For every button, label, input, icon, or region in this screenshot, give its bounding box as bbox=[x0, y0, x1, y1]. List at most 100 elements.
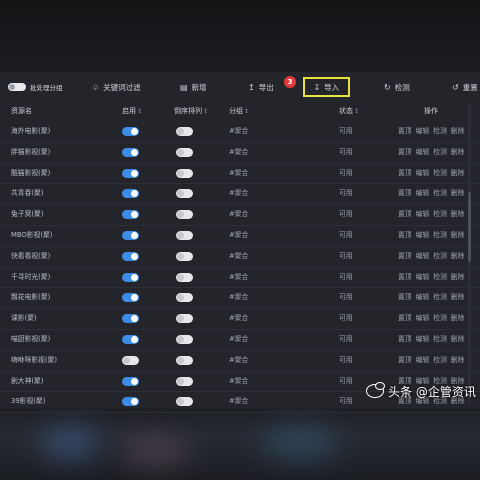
delete-link[interactable]: 删除 bbox=[451, 184, 465, 204]
enable-toggle[interactable] bbox=[122, 210, 139, 220]
pin-top-link[interactable]: 置顶 bbox=[398, 268, 412, 288]
reverse-sort-toggle[interactable] bbox=[176, 251, 193, 261]
pin-top-link[interactable]: 置顶 bbox=[398, 143, 412, 163]
pin-top-link[interactable]: 置顶 bbox=[398, 226, 412, 246]
enable-toggle[interactable] bbox=[122, 272, 139, 282]
pin-top-link[interactable]: 置顶 bbox=[398, 205, 412, 225]
pin-top-link[interactable]: 置顶 bbox=[398, 288, 412, 308]
delete-link[interactable]: 删除 bbox=[451, 309, 465, 329]
edit-link[interactable]: 编辑 bbox=[416, 288, 430, 308]
reverse-sort-toggle[interactable] bbox=[176, 147, 193, 157]
check-link[interactable]: 检测 bbox=[433, 226, 447, 246]
reverse-sort-toggle[interactable] bbox=[176, 272, 193, 282]
status-text: 可用 bbox=[339, 230, 353, 239]
delete-link[interactable]: 删除 bbox=[451, 226, 465, 246]
delete-link[interactable]: 删除 bbox=[451, 143, 465, 163]
enable-toggle[interactable] bbox=[122, 355, 139, 365]
scrollbar-thumb[interactable] bbox=[468, 192, 471, 262]
enable-toggle[interactable] bbox=[122, 293, 139, 303]
header-name[interactable]: 资源名 bbox=[11, 104, 32, 118]
edit-link[interactable]: 编辑 bbox=[416, 164, 430, 184]
delete-link[interactable]: 删除 bbox=[451, 288, 465, 308]
pin-top-link[interactable]: 置顶 bbox=[398, 122, 412, 142]
check-button[interactable]: ↻ 检测 bbox=[384, 72, 410, 102]
row-actions: 置顶 编辑 检测 删除 bbox=[398, 330, 464, 350]
delete-link[interactable]: 删除 bbox=[451, 268, 465, 288]
check-link[interactable]: 检测 bbox=[433, 351, 447, 371]
enable-toggle[interactable] bbox=[122, 168, 139, 178]
reverse-sort-toggle[interactable] bbox=[176, 293, 193, 303]
resource-name: 胖猫影视(聚) bbox=[11, 147, 51, 156]
check-link[interactable]: 检测 bbox=[433, 184, 447, 204]
delete-link[interactable]: 删除 bbox=[451, 205, 465, 225]
resource-name: 快看看视(聚) bbox=[11, 251, 51, 260]
check-link[interactable]: 检测 bbox=[433, 288, 447, 308]
header-sort[interactable]: 倒序排列↕ bbox=[174, 104, 208, 118]
reset-button[interactable]: ↺ 重置 bbox=[452, 72, 478, 102]
row-actions: 置顶 编辑 检测 删除 bbox=[398, 309, 464, 329]
batch-group-toggle[interactable]: 批处理分组 bbox=[8, 72, 63, 102]
edit-link[interactable]: 编辑 bbox=[416, 309, 430, 329]
resource-name: 共青春(聚) bbox=[11, 189, 44, 198]
check-label: 检测 bbox=[394, 82, 410, 92]
edit-link[interactable]: 编辑 bbox=[416, 122, 430, 142]
delete-link[interactable]: 删除 bbox=[451, 247, 465, 267]
pin-top-link[interactable]: 置顶 bbox=[398, 184, 412, 204]
edit-link[interactable]: 编辑 bbox=[416, 205, 430, 225]
reverse-sort-toggle[interactable] bbox=[176, 397, 193, 407]
check-link[interactable]: 检测 bbox=[433, 143, 447, 163]
edit-link[interactable]: 编辑 bbox=[416, 226, 430, 246]
check-link[interactable]: 检测 bbox=[433, 247, 447, 267]
reverse-sort-toggle[interactable] bbox=[176, 230, 193, 240]
edit-link[interactable]: 编辑 bbox=[416, 268, 430, 288]
delete-link[interactable]: 删除 bbox=[451, 351, 465, 371]
edit-link[interactable]: 编辑 bbox=[416, 143, 430, 163]
reverse-sort-toggle[interactable] bbox=[176, 189, 193, 199]
reverse-sort-toggle[interactable] bbox=[176, 376, 193, 386]
reverse-sort-toggle[interactable] bbox=[176, 127, 193, 136]
reverse-sort-toggle[interactable] bbox=[176, 314, 193, 324]
edit-link[interactable]: 编辑 bbox=[416, 351, 430, 371]
enable-toggle[interactable] bbox=[122, 147, 139, 157]
reverse-sort-toggle[interactable] bbox=[176, 355, 193, 365]
check-link[interactable]: 检测 bbox=[433, 164, 447, 184]
keyword-filter-button[interactable]: ♧ 关键词过滤 bbox=[92, 72, 141, 102]
reverse-sort-toggle[interactable] bbox=[176, 334, 193, 344]
pin-top-link[interactable]: 置顶 bbox=[398, 309, 412, 329]
enable-toggle[interactable] bbox=[122, 376, 139, 386]
check-link[interactable]: 检测 bbox=[433, 330, 447, 350]
enable-toggle[interactable] bbox=[122, 230, 139, 240]
check-link[interactable]: 检测 bbox=[433, 205, 447, 225]
group-tag: #聚合 bbox=[229, 127, 249, 135]
enable-toggle[interactable] bbox=[122, 334, 139, 344]
check-link[interactable]: 检测 bbox=[433, 122, 447, 142]
delete-link[interactable]: 删除 bbox=[451, 122, 465, 142]
reverse-sort-toggle[interactable] bbox=[176, 210, 193, 220]
header-status[interactable]: 状态↕ bbox=[339, 104, 359, 118]
pin-top-link[interactable]: 置顶 bbox=[398, 247, 412, 267]
check-link[interactable]: 检测 bbox=[433, 268, 447, 288]
enable-toggle[interactable] bbox=[122, 251, 139, 261]
import-button[interactable]: ↧ 导入 bbox=[303, 77, 350, 97]
enable-toggle[interactable] bbox=[122, 314, 139, 324]
header-enable[interactable]: 启用↕ bbox=[122, 104, 142, 118]
export-button[interactable]: ↥ 导出 bbox=[248, 72, 274, 102]
delete-link[interactable]: 删除 bbox=[451, 330, 465, 350]
check-link[interactable]: 检测 bbox=[433, 309, 447, 329]
delete-link[interactable]: 删除 bbox=[451, 164, 465, 184]
table-row: 兔子窝(聚) #聚合 可用 置顶 编辑 检测 删除 bbox=[0, 205, 480, 226]
document-add-icon: ▤ bbox=[180, 82, 188, 92]
edit-link[interactable]: 编辑 bbox=[416, 247, 430, 267]
header-group[interactable]: 分组↕ bbox=[229, 104, 249, 118]
reverse-sort-toggle[interactable] bbox=[176, 168, 193, 178]
enable-toggle[interactable] bbox=[122, 189, 139, 199]
step-badge: 3 bbox=[284, 76, 296, 88]
add-button[interactable]: ▤ 新增 bbox=[180, 72, 207, 102]
edit-link[interactable]: 编辑 bbox=[416, 330, 430, 350]
edit-link[interactable]: 编辑 bbox=[416, 184, 430, 204]
pin-top-link[interactable]: 置顶 bbox=[398, 330, 412, 350]
enable-toggle[interactable] bbox=[122, 397, 139, 407]
enable-toggle[interactable] bbox=[122, 127, 139, 136]
pin-top-link[interactable]: 置顶 bbox=[398, 164, 412, 184]
pin-top-link[interactable]: 置顶 bbox=[398, 351, 412, 371]
